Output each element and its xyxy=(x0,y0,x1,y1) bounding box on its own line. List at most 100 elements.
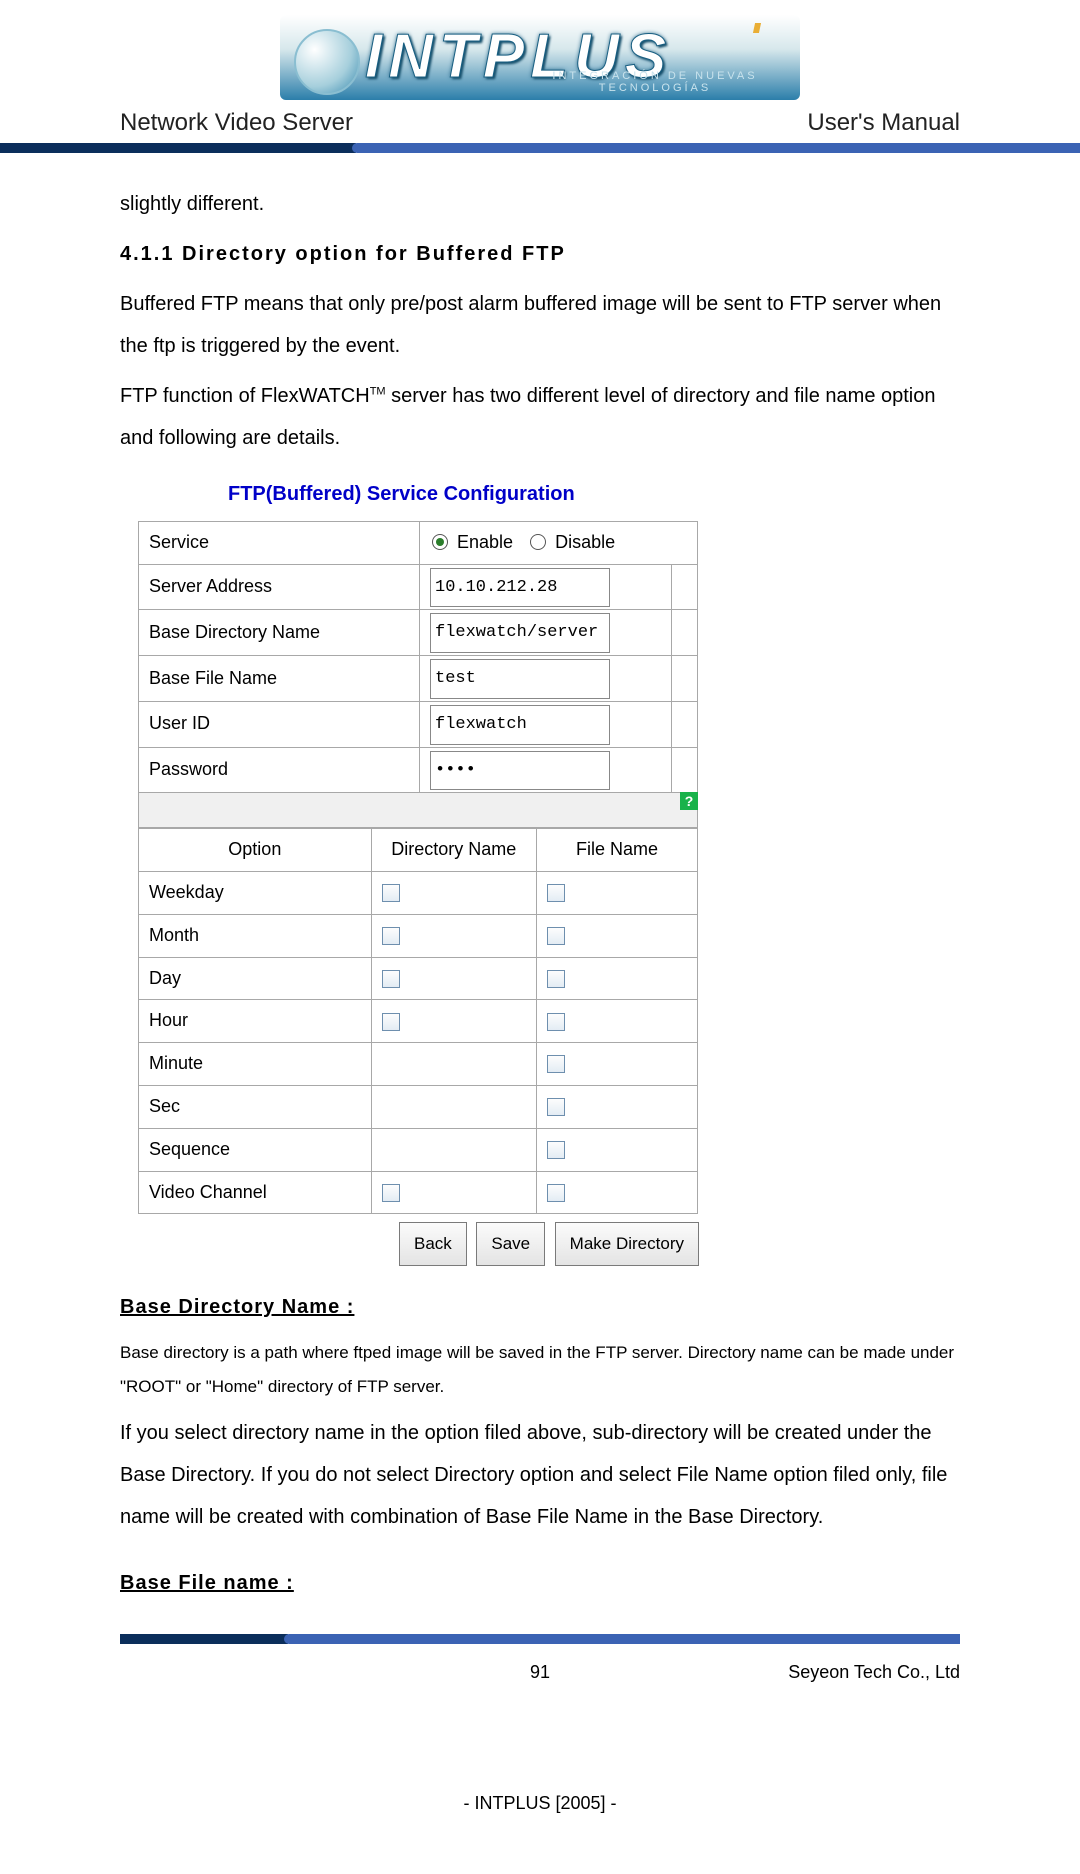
help-icon[interactable]: ? xyxy=(680,792,698,810)
file-checkbox[interactable] xyxy=(547,1098,565,1116)
input-user-id[interactable]: flexwatch xyxy=(430,705,610,745)
company-name: Seyeon Tech Co., Ltd xyxy=(788,1662,960,1683)
radio-disable[interactable] xyxy=(530,534,546,550)
dir-checkbox[interactable] xyxy=(382,1184,400,1202)
input-password[interactable]: •••• xyxy=(430,751,610,791)
col-option: Option xyxy=(139,829,372,872)
option-dir-cell xyxy=(371,914,536,957)
option-row: Minute xyxy=(139,1043,698,1086)
header-right: User's Manual xyxy=(807,109,960,137)
label-service: Service xyxy=(139,522,420,565)
option-dir-cell xyxy=(371,1000,536,1043)
section-number: 4.1.1 xyxy=(120,243,174,265)
footer-row: 91 Seyeon Tech Co., Ltd xyxy=(0,1662,1080,1683)
radio-enable-label: Enable xyxy=(457,532,513,552)
file-checkbox[interactable] xyxy=(547,1141,565,1159)
config-title: FTP(Buffered) Service Configuration xyxy=(228,473,960,515)
file-checkbox[interactable] xyxy=(547,884,565,902)
footer-intplus: - INTPLUS [2005] - xyxy=(0,1793,1080,1814)
option-file-cell xyxy=(536,1000,697,1043)
col-filename: File Name xyxy=(536,829,697,872)
option-dir-cell xyxy=(371,872,536,915)
option-file-cell xyxy=(536,1086,697,1129)
option-label: Minute xyxy=(139,1043,372,1086)
radio-disable-label: Disable xyxy=(555,532,615,552)
option-label: Hour xyxy=(139,1000,372,1043)
para-buffered-ftp: Buffered FTP means that only pre/post al… xyxy=(120,283,960,367)
dir-checkbox[interactable] xyxy=(382,970,400,988)
option-label: Weekday xyxy=(139,872,372,915)
heading-base-dir-name: Base Directory Name : xyxy=(120,1296,354,1318)
dir-checkbox[interactable] xyxy=(382,927,400,945)
file-checkbox[interactable] xyxy=(547,1055,565,1073)
option-file-cell xyxy=(536,1128,697,1171)
option-label: Month xyxy=(139,914,372,957)
header-left: Network Video Server xyxy=(120,109,353,137)
option-label: Sequence xyxy=(139,1128,372,1171)
file-checkbox[interactable] xyxy=(547,970,565,988)
para-base-dir: If you select directory name in the opti… xyxy=(120,1412,960,1538)
back-button[interactable]: Back xyxy=(399,1222,467,1266)
option-file-cell xyxy=(536,957,697,1000)
footer-divider xyxy=(120,1634,960,1644)
make-directory-button[interactable]: Make Directory xyxy=(555,1222,699,1266)
option-dir-cell xyxy=(371,1128,536,1171)
label-password: Password xyxy=(139,747,420,793)
file-checkbox[interactable] xyxy=(547,927,565,945)
page-number: 91 xyxy=(530,1662,550,1682)
config-table: Service Enable Disable Server Address 10… xyxy=(138,521,698,828)
option-file-cell xyxy=(536,872,697,915)
option-row: Video Channel xyxy=(139,1171,698,1214)
dir-checkbox[interactable] xyxy=(382,1013,400,1031)
option-dir-cell xyxy=(371,1086,536,1129)
header-row: Network Video Server User's Manual xyxy=(0,105,1080,137)
manual-page: INTPLUS INTEGRACIÓN DE NUEVAS TECNOLOGÍA… xyxy=(0,0,1080,1874)
option-file-cell xyxy=(536,1171,697,1214)
file-checkbox[interactable] xyxy=(547,1184,565,1202)
header-divider xyxy=(0,143,1080,153)
save-button[interactable]: Save xyxy=(476,1222,545,1266)
option-table: Option Directory Name File Name WeekdayM… xyxy=(138,828,698,1214)
note-base-dir: Base directory is a path where ftped ima… xyxy=(120,1336,960,1404)
radio-enable[interactable] xyxy=(432,534,448,550)
option-row: Sec xyxy=(139,1086,698,1129)
input-server-address[interactable]: 10.10.212.28 xyxy=(430,568,610,608)
file-checkbox[interactable] xyxy=(547,1013,565,1031)
option-row: Weekday xyxy=(139,872,698,915)
label-base-dir: Base Directory Name xyxy=(139,610,420,656)
intplus-logo: INTPLUS INTEGRACIÓN DE NUEVAS TECNOLOGÍA… xyxy=(280,15,800,100)
option-row: Hour xyxy=(139,1000,698,1043)
logo-tagline: INTEGRACIÓN DE NUEVAS TECNOLOGÍAS xyxy=(510,70,800,94)
col-dirname: Directory Name xyxy=(371,829,536,872)
logo-circle-icon xyxy=(294,29,360,95)
input-base-file[interactable]: test xyxy=(430,659,610,699)
option-row: Day xyxy=(139,957,698,1000)
section-heading: 4.1.1 Directory option for Buffered FTP xyxy=(120,233,960,275)
option-file-cell xyxy=(536,914,697,957)
label-base-file: Base File Name xyxy=(139,656,420,702)
dir-checkbox[interactable] xyxy=(382,884,400,902)
option-row: Sequence xyxy=(139,1128,698,1171)
option-dir-cell xyxy=(371,957,536,1000)
option-dir-cell xyxy=(371,1171,536,1214)
page-content: slightly different. 4.1.1 Directory opti… xyxy=(0,153,1080,1604)
option-label: Sec xyxy=(139,1086,372,1129)
label-user-id: User ID xyxy=(139,701,420,747)
input-base-dir[interactable]: flexwatch/server xyxy=(430,613,610,653)
logo-accent-icon xyxy=(753,23,761,33)
service-radio-group: Enable Disable xyxy=(420,522,698,565)
option-row: Month xyxy=(139,914,698,957)
para-ftp-function: FTP function of FlexWATCHTM server has t… xyxy=(120,375,960,459)
option-file-cell xyxy=(536,1043,697,1086)
button-row: Back Save Make Directory xyxy=(138,1222,960,1266)
trademark-sup: TM xyxy=(370,385,386,397)
option-label: Video Channel xyxy=(139,1171,372,1214)
heading-base-file-name: Base File name : xyxy=(120,1572,294,1594)
ftp-config-panel: FTP(Buffered) Service Configuration Serv… xyxy=(138,473,960,1266)
para-prev-continued: slightly different. xyxy=(120,183,960,225)
option-dir-cell xyxy=(371,1043,536,1086)
label-server-address: Server Address xyxy=(139,564,420,610)
option-label: Day xyxy=(139,957,372,1000)
logo-area: INTPLUS INTEGRACIÓN DE NUEVAS TECNOLOGÍA… xyxy=(0,0,1080,105)
section-title: Directory option for Buffered FTP xyxy=(174,243,565,265)
